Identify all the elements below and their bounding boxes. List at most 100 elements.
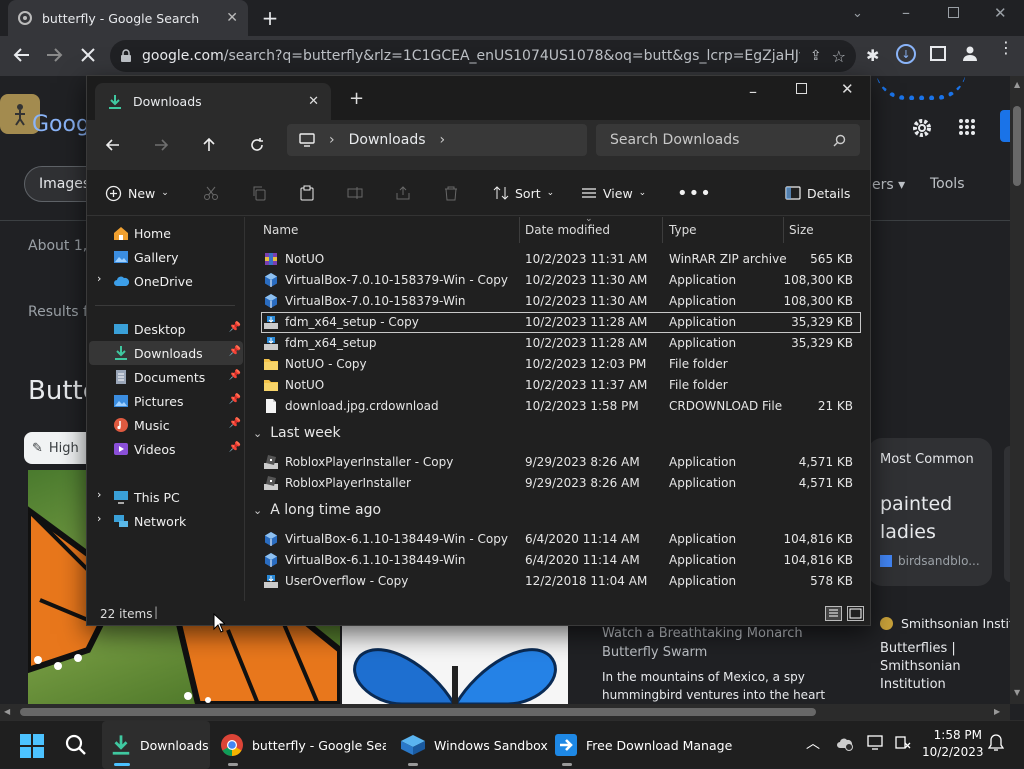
- highlights-chip[interactable]: ✎ High: [24, 432, 94, 464]
- video-card-title[interactable]: Watch a Breathtaking Monarch Butterfly S…: [602, 624, 822, 662]
- delete-icon[interactable]: [443, 178, 459, 208]
- copy-icon[interactable]: [251, 178, 267, 208]
- stop-loading-icon[interactable]: [78, 45, 98, 65]
- sidebar-item-documents[interactable]: Documents 📌: [89, 365, 243, 389]
- collapse-chevron-icon[interactable]: ⌄: [253, 427, 262, 440]
- sort-button[interactable]: Sort ⌄: [493, 178, 554, 208]
- file-row[interactable]: NotUO 10/2/2023 11:31 AM WinRAR ZIP archiv…: [261, 249, 861, 270]
- pin-icon[interactable]: 📌: [229, 394, 241, 405]
- chrome-menu-icon[interactable]: ⋮: [998, 40, 1014, 56]
- filters-chip[interactable]: ers ▾: [872, 177, 905, 193]
- download-icon[interactable]: ↓: [896, 44, 916, 64]
- minimize-button[interactable]: –: [902, 3, 910, 22]
- column-header-size[interactable]: Size: [789, 223, 814, 237]
- column-header-name[interactable]: Name: [263, 223, 298, 237]
- tab-search-icon[interactable]: ⌄: [852, 6, 863, 21]
- file-row[interactable]: UserOverflow - Copy 12/2/2018 11:04 AM App…: [261, 571, 861, 592]
- page-vertical-scrollbar[interactable]: ▲ ▼: [1010, 76, 1024, 704]
- sidebar-item-desktop[interactable]: Desktop 📌: [89, 317, 243, 341]
- sidebar-item-pictures[interactable]: Pictures 📌: [89, 389, 243, 413]
- file-row[interactable]: VirtualBox-6.1.10-138449-Win 6/4/2020 11:…: [261, 550, 861, 571]
- pin-icon[interactable]: 📌: [229, 418, 241, 429]
- back-arrow-icon[interactable]: [12, 45, 32, 65]
- sidebar-item-downloads[interactable]: Downloads 📌: [89, 341, 243, 365]
- new-explorer-tab-button[interactable]: +: [349, 88, 364, 109]
- taskbar-clock[interactable]: 1:58 PM 10/2/2023: [922, 727, 984, 761]
- sidebar-item-videos[interactable]: Videos 📌: [89, 437, 243, 461]
- sidebar-item-home[interactable]: Home: [89, 221, 243, 245]
- expand-chevron-icon[interactable]: ›: [97, 488, 101, 501]
- collapse-chevron-icon[interactable]: ⌄: [253, 504, 262, 517]
- no-internet-icon[interactable]: [894, 735, 912, 751]
- close-tab-icon[interactable]: ✕: [308, 94, 319, 109]
- pin-icon[interactable]: 📌: [229, 346, 241, 357]
- explorer-up-icon[interactable]: [193, 130, 225, 160]
- sidebar-item-gallery[interactable]: Gallery: [89, 245, 243, 269]
- taskbar-app-chrome[interactable]: butterfly - Google Searc: [220, 721, 386, 769]
- column-header-date[interactable]: Date modified: [525, 223, 610, 237]
- file-row[interactable]: fdm_x64_setup 10/2/2023 11:28 AM Applicati…: [261, 333, 861, 354]
- remote-display-icon[interactable]: [866, 735, 884, 751]
- explorer-minimize-button[interactable]: –: [749, 82, 757, 101]
- start-windows-icon[interactable]: [20, 734, 44, 758]
- scroll-thumb[interactable]: [1013, 106, 1021, 186]
- explorer-refresh-icon[interactable]: [241, 130, 273, 160]
- tools-button[interactable]: Tools: [930, 176, 965, 192]
- scroll-left-icon[interactable]: ◀: [4, 707, 10, 716]
- hscroll-thumb[interactable]: [20, 708, 816, 716]
- file-row[interactable]: NotUO 10/2/2023 11:37 AM File folder: [261, 375, 861, 396]
- explorer-forward-icon[interactable]: [145, 130, 177, 160]
- profile-icon[interactable]: [962, 45, 978, 61]
- pin-icon[interactable]: 📌: [229, 442, 241, 453]
- file-row[interactable]: download.jpg.crdownload 10/2/2023 1:58 PM…: [261, 396, 861, 417]
- taskbar-app-windows-sandbox[interactable]: Windows Sandbox: [400, 721, 548, 769]
- address-bar[interactable]: google.com/search?q=butterfly&rlz=1C1GCE…: [110, 40, 856, 72]
- sidebar-item-onedrive[interactable]: › OneDrive: [89, 269, 243, 293]
- view-button[interactable]: View ⌄: [581, 178, 646, 208]
- file-row[interactable]: RobloxPlayerInstaller 9/29/2023 8:26 AM Ap…: [261, 473, 861, 494]
- settings-gear-icon[interactable]: [910, 116, 934, 140]
- breadcrumb-chevron-icon[interactable]: ›: [329, 132, 335, 148]
- chrome-tab[interactable]: butterfly - Google Search ✕: [8, 0, 248, 36]
- taskbar-app-free-download-manager[interactable]: Free Download Manage: [554, 721, 732, 769]
- explorer-maximize-button[interactable]: [796, 83, 807, 94]
- share-icon[interactable]: [395, 178, 411, 208]
- notification-bell-icon[interactable]: [988, 734, 1004, 752]
- side-panel-icon[interactable]: [930, 46, 946, 61]
- close-tab-icon[interactable]: ✕: [226, 10, 238, 26]
- page-horizontal-scrollbar[interactable]: ◀ ▶: [0, 704, 1010, 720]
- sidebar-item-this-pc[interactable]: › This PC: [89, 485, 243, 509]
- file-row[interactable]: NotUO - Copy 10/2/2023 12:03 PM File folde…: [261, 354, 861, 375]
- google-logo[interactable]: Goog: [32, 112, 90, 137]
- sidebar-item-music[interactable]: Music 📌: [89, 413, 243, 437]
- cut-icon[interactable]: [203, 178, 219, 208]
- rename-icon[interactable]: [347, 178, 363, 208]
- forward-arrow-icon[interactable]: [44, 45, 64, 65]
- taskbar-app-downloads[interactable]: Downloads: [102, 721, 210, 769]
- explorer-back-icon[interactable]: [97, 130, 129, 160]
- onedrive-tray-icon[interactable]: [836, 735, 854, 751]
- file-row[interactable]: fdm_x64_setup - Copy 10/2/2023 11:28 AM Ap…: [261, 312, 861, 333]
- group-header[interactable]: ⌄ A long time ago: [253, 497, 381, 523]
- pin-icon[interactable]: 📌: [229, 322, 241, 333]
- file-row[interactable]: VirtualBox-7.0.10-158379-Win 10/2/2023 11…: [261, 291, 861, 312]
- column-header-type[interactable]: Type: [669, 223, 697, 237]
- file-row[interactable]: VirtualBox-7.0.10-158379-Win - Copy 10/2/…: [261, 270, 861, 291]
- most-common-card[interactable]: Most Common painted ladies birdsandblo..…: [868, 438, 992, 586]
- google-apps-icon[interactable]: [958, 118, 976, 136]
- restore-button[interactable]: [948, 7, 959, 18]
- file-row[interactable]: VirtualBox-6.1.10-138449-Win - Copy 6/4/2…: [261, 529, 861, 550]
- share-icon[interactable]: ⇪: [810, 48, 822, 64]
- pin-icon[interactable]: 📌: [229, 370, 241, 381]
- taskbar-search-icon[interactable]: [64, 733, 88, 757]
- explorer-search-box[interactable]: Search Downloads: [596, 124, 860, 156]
- paste-icon[interactable]: [299, 178, 315, 208]
- smithsonian-source[interactable]: Smithsonian Instit...: [880, 616, 1010, 631]
- expand-chevron-icon[interactable]: ›: [97, 272, 101, 285]
- breadcrumb-chevron-icon[interactable]: ›: [440, 132, 446, 148]
- breadcrumb-downloads[interactable]: Downloads: [349, 132, 426, 148]
- explorer-tab[interactable]: Downloads ✕: [95, 83, 331, 120]
- details-button[interactable]: Details: [785, 178, 850, 208]
- file-row[interactable]: RobloxPlayerInstaller - Copy 9/29/2023 8:…: [261, 452, 861, 473]
- more-options-icon[interactable]: •••: [677, 178, 712, 208]
